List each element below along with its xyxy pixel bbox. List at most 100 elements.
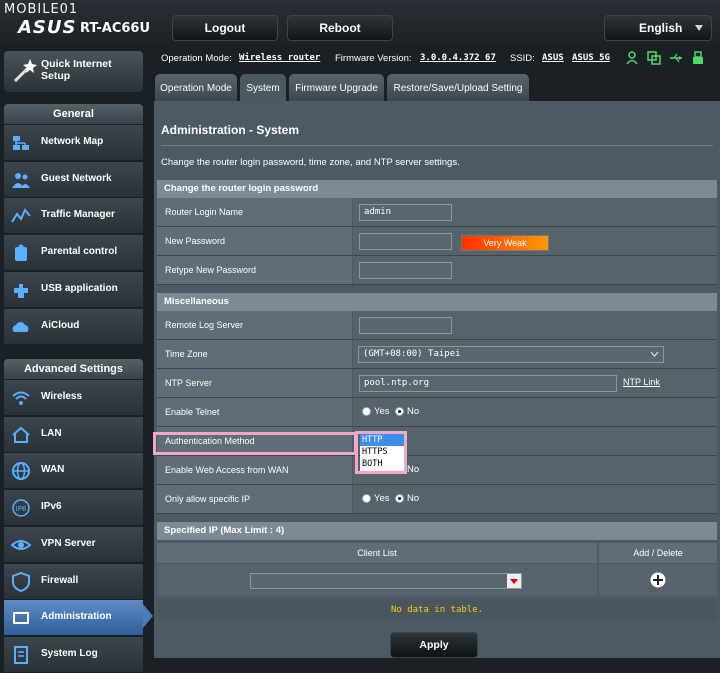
guest-network-icon [12, 172, 30, 188]
sidebar-item-aicloud[interactable]: AiCloud [4, 308, 143, 345]
new-password-row: New Password Very Weak [157, 227, 717, 256]
auth-option-http[interactable]: HTTP [360, 434, 404, 446]
op-mode-label: Operation Mode: [161, 53, 232, 64]
login-name-input[interactable]: admin [359, 204, 452, 221]
auth-option-https[interactable]: HTTPS [360, 446, 404, 458]
advanced-settings-header: Advanced Settings [4, 359, 143, 379]
telnet-no-radio[interactable] [395, 407, 404, 416]
web-wan-label: Enable Web Access from WAN [165, 465, 289, 475]
no-data-message: No data in table. [158, 599, 716, 621]
sidebar-item-label: Guest Network [41, 172, 112, 184]
sidebar-item-label: Administration [41, 611, 112, 623]
client-list-select[interactable] [250, 573, 522, 589]
usb-application-icon [14, 283, 28, 298]
tab-operation-mode[interactable]: Operation Mode [155, 74, 237, 101]
firmware-link[interactable]: 3.0.0.4.372_67 [420, 53, 496, 63]
general-header: General [4, 104, 143, 124]
sidebar-item-label: Wireless [41, 391, 83, 402]
language-select[interactable]: English [604, 15, 712, 41]
auth-option-both[interactable]: BOTH [360, 458, 404, 470]
sidebar-item-ipv6[interactable]: IP6 IPv6 [4, 490, 143, 527]
aicloud-icon [12, 321, 29, 332]
auth-label-highlight [153, 432, 357, 455]
new-password-label: New Password [165, 236, 226, 246]
misc-section-header: Miscellaneous [157, 293, 717, 311]
login-section-header: Change the router login password [157, 180, 717, 198]
sidebar-item-administration[interactable]: Administration [4, 600, 143, 637]
asus-logo: ASUS [18, 17, 77, 38]
telnet-yes-label: Yes [374, 406, 390, 417]
sidebar-item-network-map[interactable]: Network Map [4, 125, 143, 161]
sidebar-item-label: AiCloud [41, 319, 80, 331]
sidebar-item-parental-control[interactable]: Parental control [4, 235, 143, 272]
usb-port-icon[interactable] [691, 51, 705, 65]
copy-icon[interactable] [647, 51, 661, 65]
specific-ip-yes-radio[interactable] [362, 494, 371, 503]
sidebar-item-firewall[interactable]: Firewall [4, 563, 143, 600]
ipv6-icon: IP6 [12, 499, 30, 517]
chevron-down-icon [650, 351, 659, 357]
administration-icon [13, 612, 29, 625]
specific-ip-yes-label: Yes [374, 493, 390, 504]
tab-restore-save-upload[interactable]: Restore/Save/Upload Setting [387, 74, 529, 101]
wireless-icon [12, 391, 30, 405]
timezone-select[interactable]: (GMT+08:00) Taipei [358, 346, 664, 363]
retype-password-input[interactable] [359, 262, 452, 279]
remote-log-input[interactable] [359, 317, 452, 334]
title-divider [161, 145, 713, 146]
timezone-label: Time Zone [165, 349, 208, 359]
sidebar-item-guest-network[interactable]: Guest Network [4, 161, 143, 198]
ntp-input[interactable]: pool.ntp.org [359, 375, 617, 392]
status-bar: Operation Mode: Wireless router Firmware… [154, 47, 720, 69]
add-icon[interactable] [649, 571, 667, 589]
retype-password-label: Retype New Password [165, 265, 257, 275]
quick-internet-setup-button[interactable]: Quick Internet Setup [4, 51, 143, 92]
add-delete-cell [599, 564, 717, 596]
user-icon[interactable] [625, 51, 639, 65]
sidebar-item-traffic-manager[interactable]: Traffic Manager [4, 198, 143, 235]
auth-method-dropdown[interactable]: HTTP HTTPS BOTH [360, 434, 404, 471]
telnet-yes-radio[interactable] [362, 407, 371, 416]
logout-button[interactable]: Logout [172, 15, 278, 41]
sidebar-item-label: Firewall [41, 574, 79, 586]
sidebar-item-usb-application[interactable]: USB application [4, 271, 143, 308]
timezone-row: Time Zone (GMT+08:00) Taipei [157, 340, 717, 369]
ntp-link[interactable]: NTP Link [623, 377, 660, 387]
usb-icon[interactable] [669, 51, 683, 65]
sidebar-item-wan[interactable]: WAN [4, 453, 143, 490]
web-wan-row: Enable Web Access from WAN No [157, 456, 717, 485]
specified-ip-header: Specified IP (Max Limit : 4) [157, 522, 717, 540]
network-map-icon [13, 136, 29, 150]
add-delete-header: Add / Delete [599, 543, 717, 563]
watermark: MOBILE01 [4, 2, 79, 17]
qis-label: Quick Internet Setup [41, 58, 112, 82]
client-list-cell [157, 564, 597, 596]
new-password-input[interactable] [359, 233, 452, 250]
sidebar-item-label: Network Map [41, 136, 104, 147]
tab-system[interactable]: System [240, 74, 286, 101]
retype-password-row: Retype New Password [157, 256, 717, 285]
ntp-label: NTP Server [165, 378, 212, 388]
sidebar-item-lan[interactable]: LAN [4, 416, 143, 453]
apply-button[interactable]: Apply [390, 632, 478, 658]
ssid-link[interactable]: ASUS [542, 53, 564, 63]
specific-ip-no-radio[interactable] [395, 494, 404, 503]
ssid-label: SSID: [510, 53, 535, 64]
web-wan-no-label: No [407, 464, 420, 475]
tab-firmware-upgrade[interactable]: Firmware Upgrade [289, 74, 384, 101]
ssid-5g-link[interactable]: ASUS_5G [572, 53, 610, 63]
sidebar-item-label: System Log [41, 647, 98, 659]
sidebar-item-label: Traffic Manager [41, 209, 115, 221]
sidebar-item-wireless[interactable]: Wireless [4, 380, 143, 416]
page-title: Administration - System [161, 123, 300, 137]
op-mode-link[interactable]: Wireless router [239, 53, 320, 63]
sidebar-item-label: IPv6 [41, 501, 62, 513]
sidebar-item-label: Parental control [41, 246, 118, 258]
reboot-button[interactable]: Reboot [287, 15, 393, 41]
sidebar-item-system-log[interactable]: System Log [4, 636, 143, 673]
remote-log-row: Remote Log Server [157, 311, 717, 340]
sidebar-item-vpn-server[interactable]: VPN Server [4, 526, 143, 563]
telnet-label: Enable Telnet [165, 407, 220, 417]
firmware-label: Firmware Version: [335, 53, 412, 64]
telnet-no-label: No [407, 406, 420, 417]
